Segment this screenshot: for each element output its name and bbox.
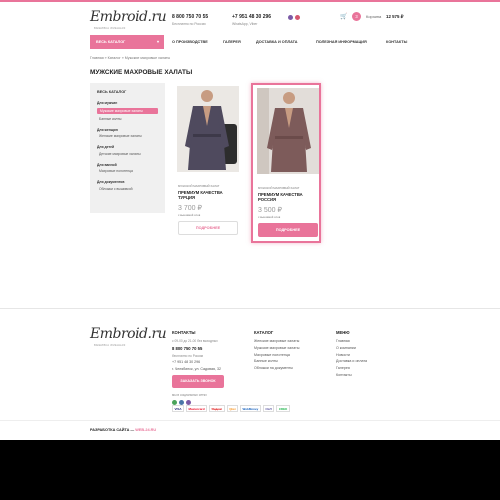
nav-item-production[interactable]: О ПРОИЗВОДСТВЕ xyxy=(172,35,208,49)
main-nav: ВЕСЬ КАТАЛОГ ▾ О ПРОИЗВОДСТВЕ ГАЛЕРЕЯ ДО… xyxy=(90,35,410,49)
sidebar-item-womens-robes[interactable]: Женские махровые халаты xyxy=(97,134,158,138)
details-button[interactable]: ПОДРОБНЕЕ xyxy=(178,221,238,235)
footer-phone[interactable]: 8 800 750 70 55 xyxy=(172,346,224,351)
payment-methods: VISA Mastercard Яндекс Qiwi WebMoney СБП… xyxy=(172,405,290,412)
logo-tagline: ВЫШИВКА ИМЕННАЯ xyxy=(94,344,126,347)
product-photo[interactable] xyxy=(177,86,239,172)
sidebar-item-kilts[interactable]: Банные килты xyxy=(97,117,158,121)
product-photo[interactable] xyxy=(257,88,319,174)
developer-label: РАЗРАБОТКА САЙТА — xyxy=(90,428,135,432)
messenger-icon[interactable] xyxy=(295,15,300,20)
product-card[interactable]: МУЖСКОЙ МАХРОВЫЙ ХАЛАТ ПРЕМИУМ КАЧЕСТВА … xyxy=(251,83,321,243)
footer-menu-link[interactable]: Новости xyxy=(336,353,367,357)
developer-link[interactable]: WEB-24.RU xyxy=(135,428,156,432)
nav-item-gallery[interactable]: ГАЛЕРЕЯ xyxy=(223,35,241,49)
footer-catalog-link[interactable]: Обложки на документы xyxy=(254,366,299,370)
product-name[interactable]: ПРЕМИУМ КАЧЕСТВА ТУРЦИЯ xyxy=(178,190,238,200)
product-name[interactable]: ПРЕМИУМ КАЧЕСТВА РОССИЯ xyxy=(258,192,318,202)
sidebar-group-title: Для мужчин xyxy=(97,101,118,105)
sidebar-item-kids-robes[interactable]: Детские махровые халаты xyxy=(97,152,158,156)
developer-credit: РАЗРАБОТКА САЙТА — WEB-24.RU xyxy=(90,428,156,432)
footer-catalog-link[interactable]: Женские махровые халаты xyxy=(254,339,299,343)
footer-divider xyxy=(0,308,500,309)
robe-image xyxy=(177,86,239,172)
product-note: с вышивкой слов xyxy=(258,215,281,219)
catalog-button-label: ВЕСЬ КАТАЛОГ xyxy=(96,40,126,44)
nav-item-delivery[interactable]: ДОСТАВКА И ОПЛАТА xyxy=(256,35,298,49)
footer-phone-caption: бесплатно по России xyxy=(172,353,204,358)
footer-menu: Главная О компании Новости Доставка и оп… xyxy=(336,339,367,380)
cart-icon[interactable]: 🛒 xyxy=(340,13,347,20)
product-card[interactable]: МУЖСКОЙ МАХРОВЫЙ ХАЛАТ ПРЕМИУМ КАЧЕСТВА … xyxy=(173,83,243,243)
footer-address: г. Челябинск, ул. Садовая, 32 xyxy=(172,367,221,372)
phone-number[interactable]: +7 951 48 30 296 xyxy=(232,14,271,20)
product-category: МУЖСКОЙ МАХРОВЫЙ ХАЛАТ xyxy=(258,186,300,190)
footer-catalog-title: КАТАЛОГ xyxy=(254,330,274,335)
phone-block-1[interactable]: 8 800 750 70 55 Бесплатно по России xyxy=(172,14,208,26)
footer-logo-inner: Embroid.ru ВЫШИВКА ИМЕННАЯ xyxy=(90,326,167,350)
footer-menu-link[interactable]: Галерея xyxy=(336,366,367,370)
order-call-button[interactable]: ЗАКАЗАТЬ ЗВОНОК xyxy=(172,375,224,389)
top-accent-line xyxy=(0,0,500,2)
footer-hours: с 09-00 до 21-00 без выходных xyxy=(172,339,218,343)
footer-contacts-title: КОНТАКТЫ xyxy=(172,330,196,335)
sidebar-group-title: Для ванной xyxy=(97,162,117,167)
logo-text: Embroid.ru xyxy=(90,9,167,25)
social-label: мы в социальных сетях xyxy=(172,393,207,398)
logo-text: Embroid.ru xyxy=(90,326,167,342)
phone-caption: WhatsApp, Viber xyxy=(232,22,258,26)
sidebar-item-towels[interactable]: Махровые полотенца xyxy=(97,169,158,173)
qiwi-icon: Qiwi xyxy=(226,405,239,412)
footer-catalog-link[interactable]: Махровые полотенца xyxy=(254,353,299,357)
webmoney-icon: WebMoney xyxy=(240,405,261,412)
viber-icon[interactable] xyxy=(288,15,293,20)
sidebar-item-mens-robes[interactable]: Мужские махровые халаты xyxy=(97,108,158,114)
phone-caption: Бесплатно по России xyxy=(172,22,206,26)
cdek-icon: CDEK xyxy=(276,405,290,412)
footer-menu-title: МЕНЮ xyxy=(336,330,350,335)
site-logo[interactable]: Embroid.ru ВЫШИВКА ИМЕННАЯ xyxy=(90,9,167,33)
cart-widget[interactable]: 🛒 3 Корзина 12 575 ₽ xyxy=(340,11,410,24)
breadcrumb[interactable]: Главная » Каталог » Мужские махровые хал… xyxy=(90,56,170,60)
footer-logo[interactable]: Embroid.ru ВЫШИВКА ИМЕННАЯ xyxy=(90,326,167,350)
product-price: 3 500 ₽ xyxy=(258,207,282,214)
footer-phone-2[interactable]: +7 951 48 30 296 xyxy=(172,360,224,364)
catalog-sidebar: ВЕСЬ КАТАЛОГ Для мужчин Мужские махровые… xyxy=(90,83,165,213)
chevron-down-icon: ▾ xyxy=(156,39,159,44)
sidebar-group-title: Для женщин xyxy=(97,127,118,132)
phone-block-2[interactable]: +7 951 48 30 296 WhatsApp, Viber xyxy=(232,14,271,26)
product-price: 3 700 ₽ xyxy=(178,205,202,212)
sidebar-item-covers[interactable]: Обложки с вышивкой xyxy=(97,187,158,191)
mastercard-icon: Mastercard xyxy=(186,405,208,412)
catalog-button[interactable]: ВЕСЬ КАТАЛОГ ▾ xyxy=(90,35,164,49)
sidebar-all-catalog[interactable]: ВЕСЬ КАТАЛОГ xyxy=(97,90,158,94)
nav-item-info[interactable]: ПОЛЕЗНАЯ ИНФОРМАЦИЯ xyxy=(316,35,367,49)
cart-count-badge: 3 xyxy=(352,12,361,21)
footer-bottom-divider xyxy=(0,420,500,421)
nav-item-contacts[interactable]: КОНТАКТЫ xyxy=(386,35,407,49)
logo-tagline: ВЫШИВКА ИМЕННАЯ xyxy=(94,27,126,30)
robe-image xyxy=(257,88,319,174)
cart-label: Корзина xyxy=(366,14,382,19)
footer-catalog: Женские махровые халаты Мужские махровые… xyxy=(254,339,299,373)
footer-catalog-link[interactable]: Банные килты xyxy=(254,359,299,363)
page: Embroid.ru ВЫШИВКА ИМЕННАЯ 8 800 750 70 … xyxy=(0,0,500,440)
product-category: МУЖСКОЙ МАХРОВЫЙ ХАЛАТ xyxy=(178,184,220,188)
page-title: МУЖСКИЕ МАХРОВЫЕ ХАЛАТЫ xyxy=(90,69,193,76)
product-note: с вышивкой слов xyxy=(178,213,201,217)
sidebar-group-title: Для детей xyxy=(97,145,115,150)
sbp-icon: СБП xyxy=(262,405,275,412)
footer-menu-link[interactable]: Контакты xyxy=(336,373,367,377)
yandex-icon: Яндекс xyxy=(209,405,225,412)
sidebar-group-title: Для документов xyxy=(97,180,125,185)
details-button[interactable]: ПОДРОБНЕЕ xyxy=(258,223,318,237)
footer-contacts: с 09-00 до 21-00 без выходных 8 800 750 … xyxy=(172,339,224,405)
footer-catalog-link[interactable]: Мужские махровые халаты xyxy=(254,346,299,350)
footer-menu-link[interactable]: О компании xyxy=(336,346,367,350)
footer-menu-link[interactable]: Доставка и оплата xyxy=(336,359,367,363)
visa-icon: VISA xyxy=(172,405,185,412)
phone-number[interactable]: 8 800 750 70 55 xyxy=(172,14,208,20)
cart-sum: 12 575 ₽ xyxy=(386,14,404,19)
footer-menu-link[interactable]: Главная xyxy=(336,339,367,343)
